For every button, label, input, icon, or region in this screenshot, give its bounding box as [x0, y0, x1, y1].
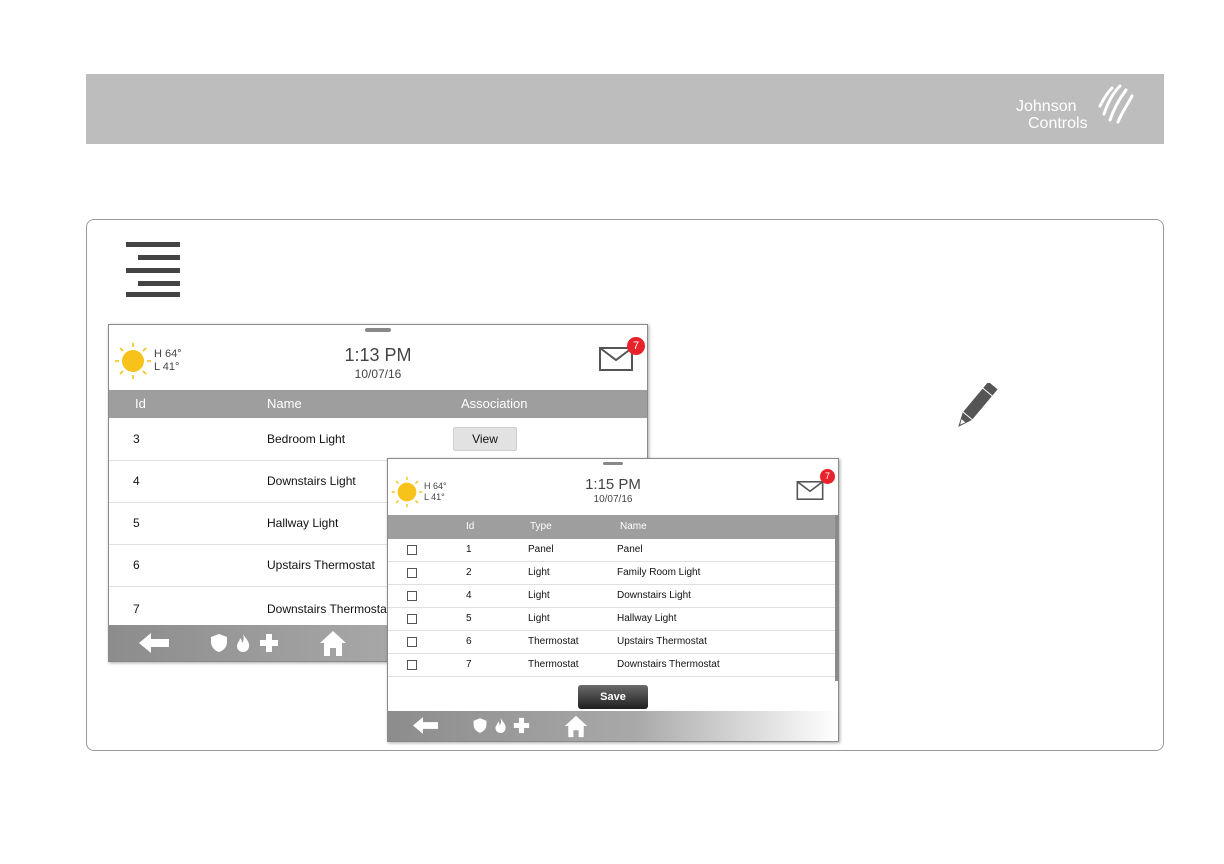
table-row[interactable]: 6 Thermostat Upstairs Thermostat: [388, 631, 835, 654]
row-name: Bedroom Light: [267, 432, 346, 446]
row-name: Hallway Light: [617, 613, 677, 624]
table-header: Id Type Name: [388, 515, 836, 539]
time-label: 1:13 PM: [344, 345, 412, 365]
row-name: Upstairs Thermostat: [617, 636, 707, 647]
drag-handle[interactable]: [365, 328, 391, 332]
table-row[interactable]: 1 Panel Panel: [388, 539, 835, 562]
flame-icon[interactable]: [493, 717, 508, 734]
header-banner: Johnson Controls: [86, 74, 1164, 144]
date-label: 10/07/16: [354, 367, 402, 381]
row-checkbox[interactable]: [407, 614, 417, 624]
row-name: Downstairs Thermostat: [617, 659, 720, 670]
johnson-controls-logo: Johnson Controls: [1016, 84, 1136, 136]
table-row[interactable]: 5 Light Hallway Light: [388, 608, 835, 631]
mail-count-badge: 7: [627, 337, 645, 355]
drag-handle[interactable]: [603, 462, 623, 465]
column-header-id: Id: [135, 396, 146, 411]
clock: 1:13 PM 10/07/16: [109, 345, 647, 381]
table-row[interactable]: 4 Light Downstairs Light: [388, 585, 835, 608]
column-header-id: Id: [466, 521, 475, 532]
shield-icon[interactable]: [209, 633, 229, 653]
row-checkbox[interactable]: [407, 660, 417, 670]
row-id: 4: [466, 590, 472, 601]
logo-line2: Controls: [1028, 115, 1088, 132]
bottom-nav-bar: [388, 711, 838, 741]
clock: 1:15 PM 10/07/16: [388, 476, 838, 505]
view-button[interactable]: View: [453, 427, 517, 451]
back-arrow-icon[interactable]: [413, 717, 438, 734]
date-label: 10/07/16: [593, 494, 633, 505]
row-checkbox[interactable]: [407, 637, 417, 647]
row-type: Thermostat: [528, 636, 579, 647]
messages-button[interactable]: 7: [597, 337, 645, 373]
row-type: Light: [528, 613, 550, 624]
row-id: 5: [133, 516, 140, 530]
mail-icon: [796, 481, 824, 500]
scrollbar[interactable]: [835, 515, 838, 681]
row-id: 6: [133, 558, 140, 572]
medical-cross-icon[interactable]: [259, 633, 279, 653]
flame-icon[interactable]: [234, 633, 252, 653]
row-id: 5: [466, 613, 472, 624]
pencil-icon: [958, 383, 998, 427]
save-button[interactable]: Save: [578, 685, 648, 709]
table-header: Id Name Association: [109, 390, 647, 418]
row-type: Light: [528, 567, 550, 578]
row-type: Panel: [528, 544, 554, 555]
row-id: 1: [466, 544, 472, 555]
panel-screen-device-selection: H 64° L 41° 1:15 PM 10/07/16 7 Id Type N…: [387, 458, 839, 742]
column-header-type: Type: [530, 521, 552, 532]
row-id: 4: [133, 474, 140, 488]
medical-cross-icon[interactable]: [513, 717, 530, 734]
row-checkbox[interactable]: [407, 545, 417, 555]
column-header-name: Name: [620, 521, 647, 532]
row-name: Downstairs Light: [617, 590, 691, 601]
back-arrow-icon[interactable]: [139, 633, 169, 653]
row-name: Family Room Light: [617, 567, 701, 578]
column-header-name: Name: [267, 396, 302, 411]
row-name: Downstairs Light: [267, 474, 356, 488]
menu-icon: [126, 242, 180, 297]
table-row[interactable]: 2 Light Family Room Light: [388, 562, 835, 585]
mail-count-badge: 7: [820, 469, 835, 484]
row-type: Light: [528, 590, 550, 601]
time-label: 1:15 PM: [585, 476, 641, 493]
row-name: Hallway Light: [267, 516, 339, 530]
home-icon[interactable]: [319, 629, 347, 657]
table-row[interactable]: 3 Bedroom Light View: [109, 418, 647, 461]
row-id: 2: [466, 567, 472, 578]
table-row[interactable]: 7 Thermostat Downstairs Thermostat: [388, 654, 835, 677]
row-id: 7: [466, 659, 472, 670]
messages-button[interactable]: 7: [794, 467, 838, 503]
row-checkbox[interactable]: [407, 591, 417, 601]
row-type: Thermostat: [528, 659, 579, 670]
row-name: Upstairs Thermostat: [267, 558, 375, 572]
home-icon[interactable]: [564, 714, 588, 738]
row-id: 6: [466, 636, 472, 647]
column-header-association: Association: [461, 396, 528, 411]
shield-icon[interactable]: [472, 717, 488, 734]
row-id: 3: [133, 432, 140, 446]
row-name: Panel: [617, 544, 643, 555]
row-checkbox[interactable]: [407, 568, 417, 578]
logo-line1: Johnson: [1016, 98, 1077, 115]
logo-mark-icon: [1098, 84, 1134, 124]
